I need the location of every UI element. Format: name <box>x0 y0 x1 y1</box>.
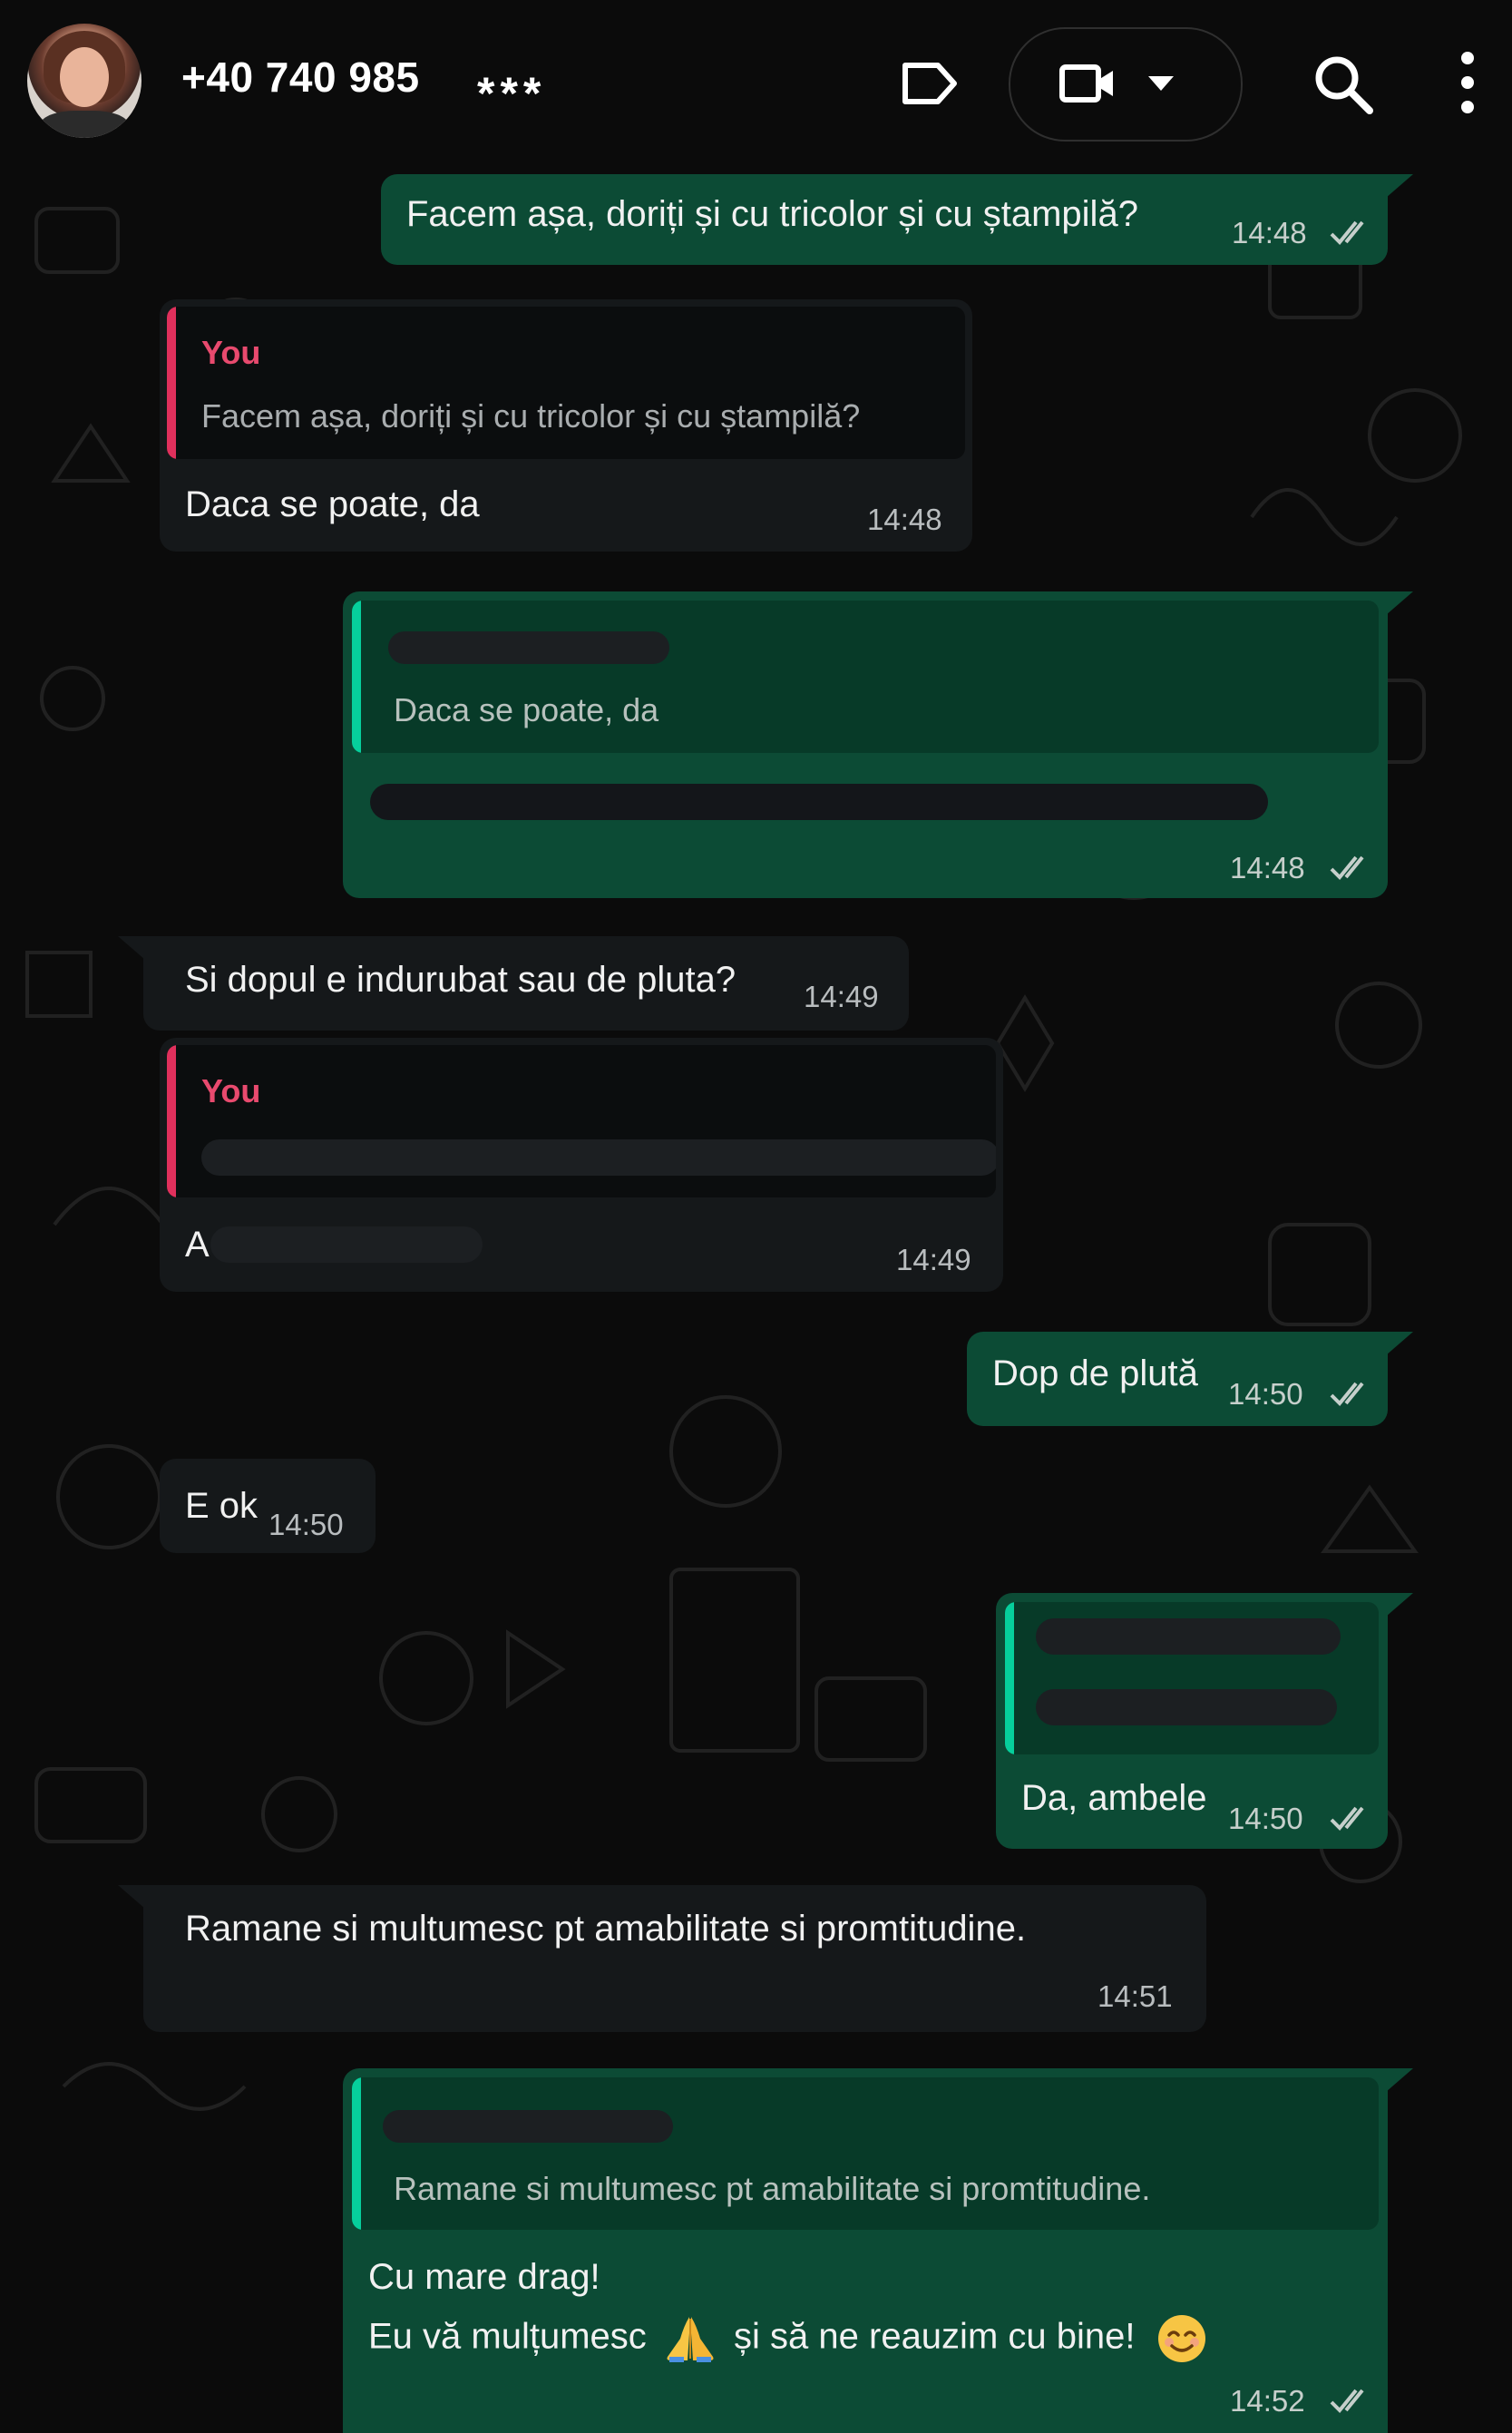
bubble-tail <box>1386 1593 1413 1617</box>
message-time: 14:50 <box>268 1508 344 1541</box>
redacted-message-text <box>210 1226 483 1263</box>
message-text-part: și să ne reauzim cu bine! <box>734 2316 1136 2357</box>
message-time: 14:48 <box>1230 851 1305 884</box>
message-time: 14:52 <box>1230 2384 1305 2418</box>
quoted-message[interactable]: Daca se poate, da <box>352 601 1379 753</box>
quoted-message[interactable] <box>1005 1602 1379 1754</box>
quote-bar <box>352 601 361 753</box>
chat-window: +40 740 985 *** Facem așa, doriți și cu … <box>0 0 1512 2433</box>
message-text-line-2: Eu vă mulțumesc și să ne reauzim cu bine… <box>368 2313 1207 2364</box>
chat-header: +40 740 985 *** <box>0 0 1512 163</box>
search-icon[interactable] <box>1312 53 1375 116</box>
bubble-tail <box>1386 1332 1413 1355</box>
message-time: 14:51 <box>1097 1979 1173 2013</box>
bubble-tail <box>1386 174 1413 198</box>
label-icon[interactable] <box>898 56 961 111</box>
message-time: 14:50 <box>1228 1377 1303 1411</box>
quoted-message[interactable]: Ramane si multumesc pt amabilitate si pr… <box>352 2077 1379 2230</box>
redacted-quote-author <box>388 631 669 664</box>
double-check-icon <box>1330 220 1364 245</box>
redacted-quote-author <box>383 2110 673 2143</box>
message-bubble-outgoing[interactable]: Ramane si multumesc pt amabilitate si pr… <box>343 2068 1388 2433</box>
redacted-quote-author <box>1036 1618 1341 1655</box>
message-text: Facem așa, doriți și cu tricolor și cu ș… <box>406 194 1138 234</box>
message-time: 14:50 <box>1228 1802 1303 1835</box>
redacted-quote-text <box>1036 1689 1337 1725</box>
message-time: 14:48 <box>867 503 942 536</box>
message-bubble-incoming[interactable]: You A 14:49 <box>160 1038 1003 1292</box>
message-text: Si dopul e indurubat sau de pluta? <box>185 960 736 1000</box>
double-check-icon <box>1330 2389 1364 2413</box>
bubble-tail <box>118 936 145 960</box>
message-text: Dop de plută <box>992 1353 1198 1393</box>
quoted-message[interactable]: You <box>167 1045 996 1197</box>
caret-down-icon[interactable] <box>1145 71 1177 96</box>
message-bubble-outgoing[interactable]: Dop de plută 14:50 <box>967 1332 1388 1426</box>
video-call-button[interactable] <box>1009 27 1243 142</box>
video-camera-icon[interactable] <box>1057 56 1120 111</box>
quote-bar <box>167 1045 176 1197</box>
smiling-face-emoji-icon <box>1157 2315 1205 2362</box>
quote-text: Ramane si multumesc pt amabilitate si pr… <box>394 2170 1151 2207</box>
contact-name[interactable]: +40 740 985 <box>181 53 420 102</box>
message-text: Da, ambele <box>1021 1778 1207 1818</box>
message-bubble-incoming[interactable]: E ok 14:50 <box>160 1459 376 1553</box>
double-check-icon <box>1330 1382 1364 1406</box>
avatar-shirt <box>40 111 129 138</box>
message-text: Daca se poate, da <box>185 484 480 524</box>
contact-avatar[interactable] <box>27 24 141 138</box>
quote-author: You <box>201 1072 261 1109</box>
quote-bar <box>1005 1602 1014 1754</box>
message-text: E ok <box>185 1486 259 1526</box>
redacted-quote-text <box>201 1139 996 1176</box>
quote-bar <box>167 307 176 459</box>
bubble-tail <box>1386 591 1413 615</box>
message-text-part: Eu vă mulțumesc <box>368 2316 647 2357</box>
more-vertical-icon[interactable] <box>1458 49 1477 116</box>
quote-text: Daca se poate, da <box>394 691 659 728</box>
message-text: Ramane si multumesc pt amabilitate si pr… <box>185 1909 1027 1949</box>
quote-text: Facem așa, doriți și cu tricolor și cu ș… <box>201 397 861 435</box>
message-bubble-incoming[interactable]: You Facem așa, doriți și cu tricolor și … <box>160 299 972 552</box>
folded-hands-emoji-icon <box>667 2317 714 2362</box>
message-text: A <box>185 1225 210 1265</box>
double-check-icon <box>1330 1806 1364 1831</box>
redacted-message-text <box>370 784 1268 820</box>
message-bubble-outgoing[interactable]: Daca se poate, da 14:48 <box>343 591 1388 898</box>
bubble-tail <box>1386 2068 1413 2092</box>
message-bubble-outgoing[interactable]: Da, ambele 14:50 <box>996 1593 1388 1849</box>
bubble-tail <box>118 1885 145 1909</box>
double-check-icon <box>1330 855 1364 880</box>
avatar-face <box>60 47 109 107</box>
message-bubble-outgoing[interactable]: Facem așa, doriți și cu tricolor și cu ș… <box>381 174 1388 265</box>
quoted-message[interactable]: You Facem așa, doriți și cu tricolor și … <box>167 307 965 459</box>
message-bubble-incoming[interactable]: Si dopul e indurubat sau de pluta? 14:49 <box>143 936 909 1031</box>
masked-number-suffix: *** <box>477 68 547 119</box>
message-time: 14:49 <box>896 1243 971 1276</box>
quote-author: You <box>201 334 261 371</box>
message-time: 14:49 <box>804 980 879 1013</box>
message-text-line-1: Cu mare drag! <box>368 2257 600 2297</box>
message-time: 14:48 <box>1232 216 1307 249</box>
message-bubble-incoming[interactable]: Ramane si multumesc pt amabilitate si pr… <box>143 1885 1206 2032</box>
quote-bar <box>352 2077 361 2230</box>
